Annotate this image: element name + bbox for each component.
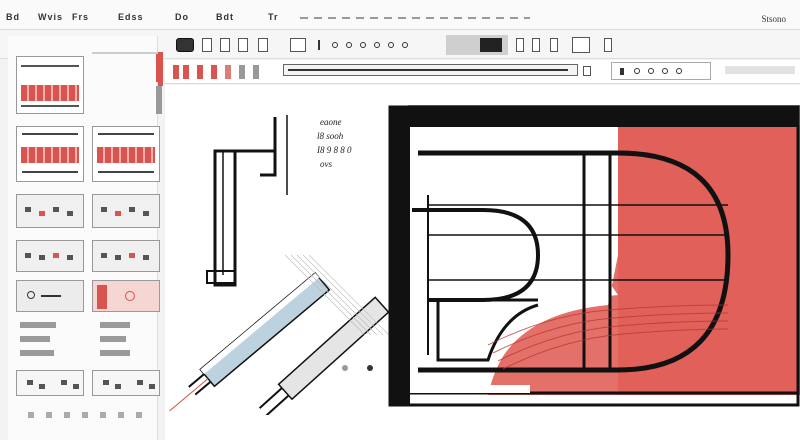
thumbnail-10[interactable] bbox=[16, 370, 84, 396]
list-item-bar[interactable] bbox=[20, 350, 54, 356]
cut-icon[interactable] bbox=[220, 38, 230, 52]
ribbon-segment[interactable] bbox=[225, 65, 231, 79]
frame-top-bar bbox=[390, 107, 798, 127]
list-item-bar[interactable] bbox=[100, 322, 130, 328]
copy-icon[interactable] bbox=[238, 38, 248, 52]
menu-item-4[interactable]: Edss bbox=[118, 12, 144, 22]
dot-icon[interactable] bbox=[346, 42, 352, 48]
list-item-bar[interactable] bbox=[20, 336, 50, 342]
ribbon-segment[interactable] bbox=[211, 65, 217, 79]
menu-item-2[interactable]: Wvis bbox=[38, 12, 63, 22]
menu-bar: Bd Wvis Frs Edss Do Bdt Tr Stsono bbox=[0, 0, 800, 30]
menu-item-7[interactable]: Tr bbox=[268, 12, 279, 22]
ribbon-segment[interactable] bbox=[253, 65, 259, 79]
ribbon-segment[interactable] bbox=[183, 65, 189, 79]
ribbon-bar bbox=[157, 52, 800, 86]
ribbon-slider[interactable] bbox=[725, 66, 795, 74]
canvas-sketch bbox=[169, 115, 390, 415]
thumbnail-5[interactable] bbox=[92, 194, 160, 228]
page-nav[interactable] bbox=[611, 62, 711, 80]
align-icon[interactable] bbox=[516, 38, 524, 52]
save-icon[interactable] bbox=[572, 37, 590, 53]
thumbnail-7[interactable] bbox=[92, 240, 160, 272]
dot-icon[interactable] bbox=[374, 42, 380, 48]
color-well[interactable] bbox=[446, 35, 508, 55]
list-item-bar[interactable] bbox=[100, 350, 130, 356]
dot-icon[interactable] bbox=[332, 42, 338, 48]
ribbon-segment[interactable] bbox=[197, 65, 203, 79]
frame-icon[interactable] bbox=[290, 38, 306, 52]
menu-item-1[interactable]: Bd bbox=[6, 12, 20, 22]
dot-icon[interactable] bbox=[402, 42, 408, 48]
paste-icon[interactable] bbox=[258, 38, 268, 52]
dot-icon[interactable] bbox=[388, 42, 394, 48]
technical-drawing[interactable] bbox=[388, 105, 800, 410]
divider bbox=[92, 52, 158, 54]
list-item-bar[interactable] bbox=[20, 322, 56, 328]
red-block bbox=[618, 125, 800, 395]
thumbnail-2[interactable] bbox=[16, 126, 84, 182]
thumbnail-3[interactable] bbox=[92, 126, 160, 182]
menu-item-3[interactable]: Frs bbox=[72, 12, 89, 22]
lock-icon[interactable] bbox=[550, 38, 558, 52]
timeline-track[interactable] bbox=[283, 64, 578, 76]
thumbnail-1[interactable] bbox=[16, 56, 84, 114]
pen-icon[interactable] bbox=[318, 40, 320, 50]
dot-icon[interactable] bbox=[360, 42, 366, 48]
sidebar-thumbnails bbox=[8, 36, 162, 440]
thumbnail-8[interactable] bbox=[16, 280, 84, 312]
thumbnail-4[interactable] bbox=[16, 194, 84, 228]
menu-item-5[interactable]: Do bbox=[175, 12, 189, 22]
menu-item-6[interactable]: Bdt bbox=[216, 12, 234, 22]
list-item-bar[interactable] bbox=[100, 336, 126, 342]
sidebar-footer-icons[interactable] bbox=[28, 412, 148, 418]
menu-filler bbox=[300, 17, 530, 19]
export-icon[interactable] bbox=[604, 38, 612, 52]
thumbnail-6[interactable] bbox=[16, 240, 84, 272]
redo-icon[interactable] bbox=[202, 38, 212, 52]
ribbon-segment[interactable] bbox=[173, 65, 179, 79]
undo-icon[interactable] bbox=[176, 38, 194, 52]
ribbon-segment[interactable] bbox=[239, 65, 245, 79]
scroll-marker[interactable] bbox=[156, 86, 162, 114]
app-brand: Stsono bbox=[761, 14, 786, 24]
timeline-end-icon[interactable] bbox=[583, 66, 591, 76]
distribute-icon[interactable] bbox=[532, 38, 540, 52]
thumbnail-11[interactable] bbox=[92, 370, 160, 396]
frame-left-bar bbox=[390, 107, 410, 405]
thumbnail-9[interactable] bbox=[92, 280, 160, 312]
active-marker bbox=[156, 54, 162, 82]
